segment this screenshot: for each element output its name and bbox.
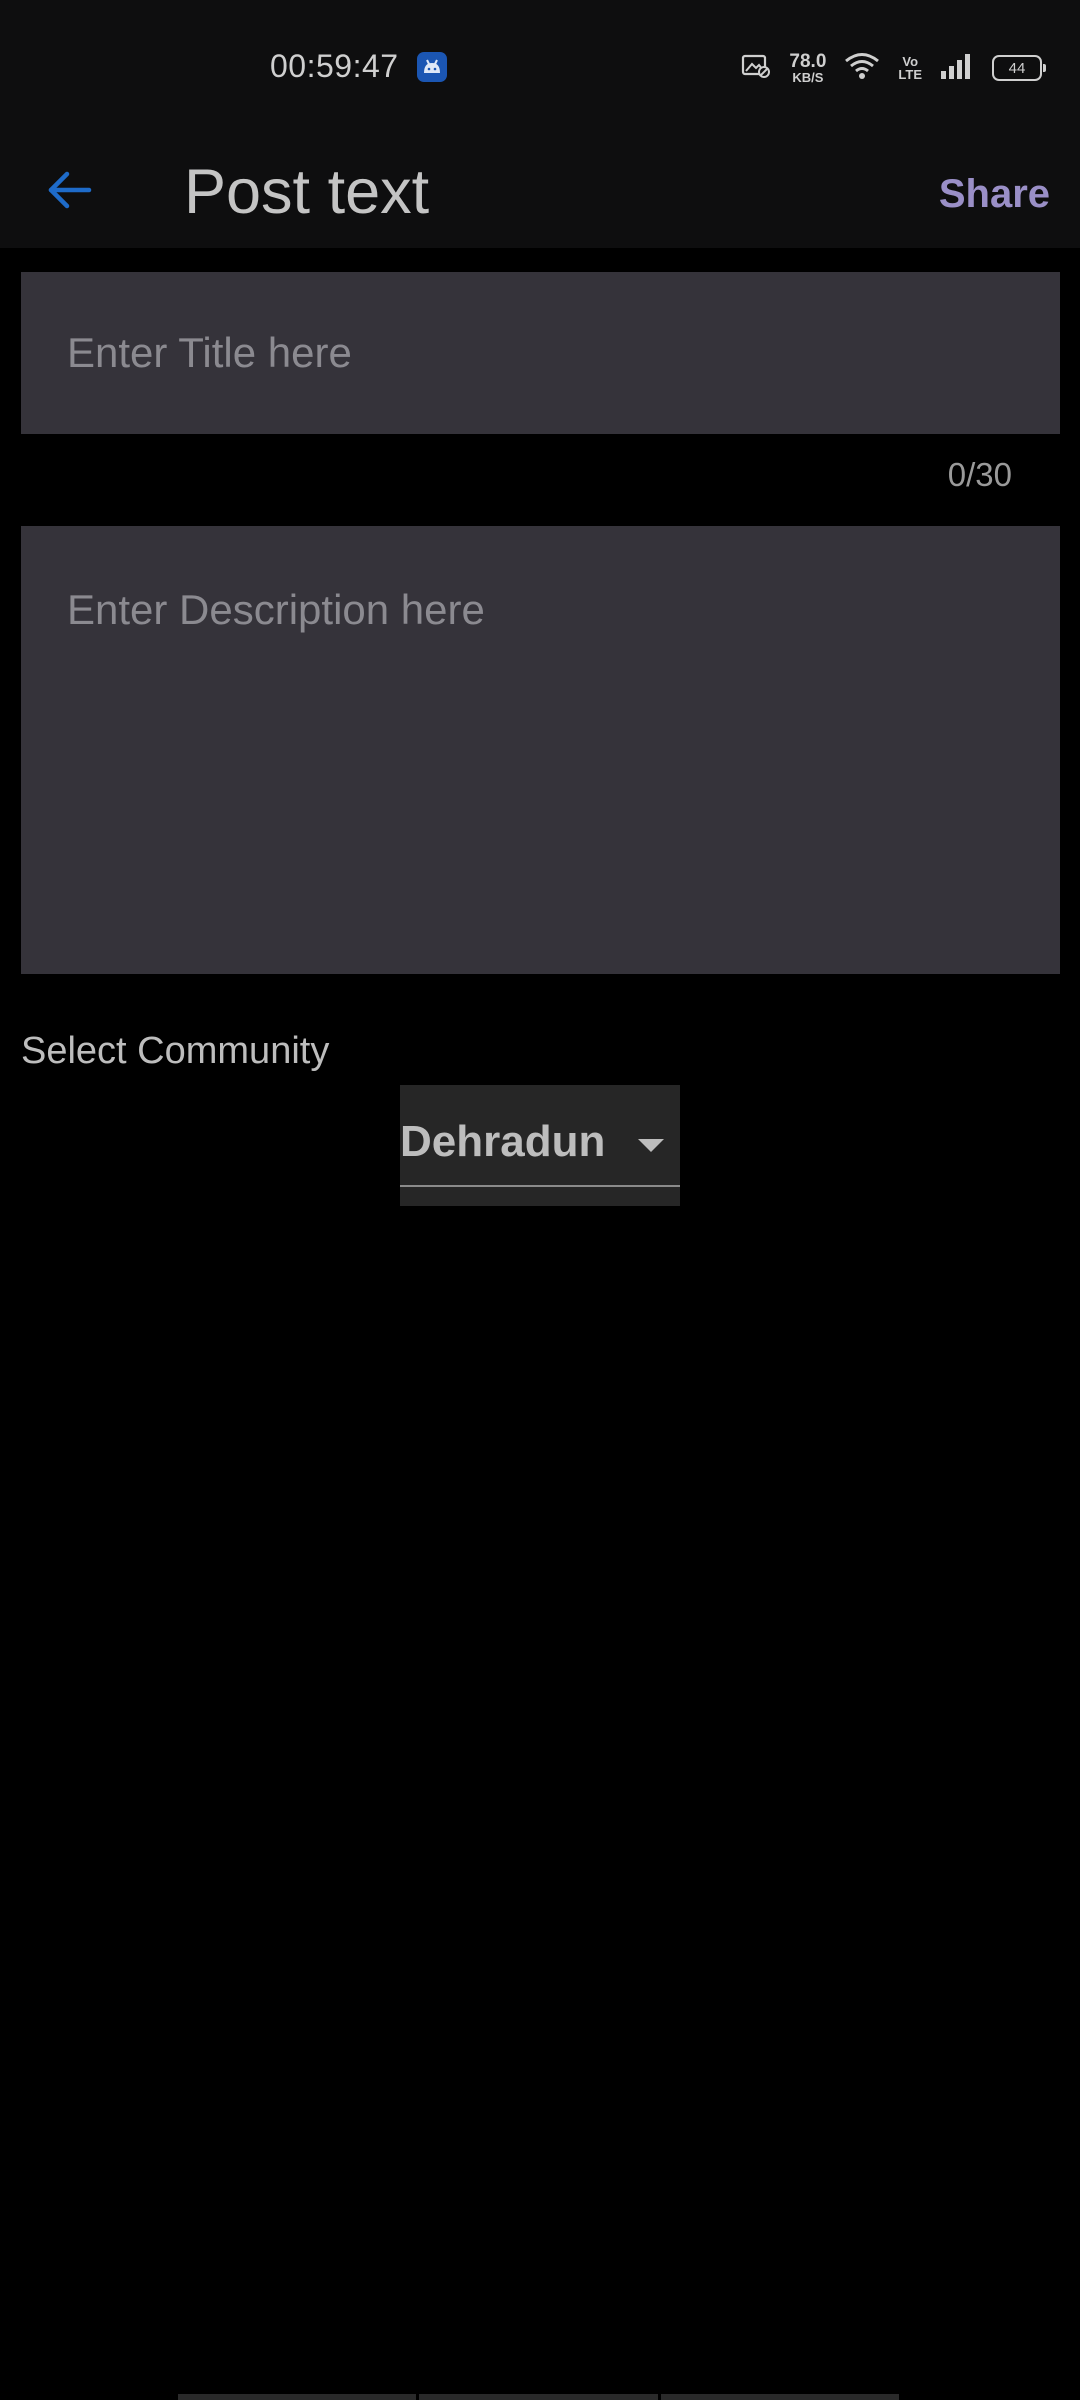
battery-level: 44: [1008, 59, 1026, 77]
network-speed: 78.0 KB/S: [789, 52, 826, 84]
description-placeholder: Enter Description here: [67, 586, 485, 633]
status-time: 00:59:47: [270, 48, 399, 84]
screenshot-blocked-icon: [741, 53, 771, 84]
battery-indicator: 44: [992, 55, 1046, 81]
dropdown-underline: [400, 1185, 680, 1187]
wifi-icon: [844, 52, 880, 85]
share-button[interactable]: Share: [939, 156, 1050, 232]
gesture-navigation-bar[interactable]: [178, 2394, 902, 2400]
network-speed-unit: KB/S: [792, 70, 824, 85]
android-notification-icon: [417, 52, 447, 82]
title-placeholder: Enter Title here: [67, 329, 352, 376]
network-speed-value: 78.0: [789, 51, 827, 72]
nav-hint-segment: [419, 2394, 658, 2400]
community-dropdown[interactable]: Dehradun: [400, 1085, 680, 1206]
nav-hint-segment: [660, 2394, 899, 2400]
arrow-left-icon: [47, 170, 93, 215]
page-title: Post text: [184, 157, 430, 227]
title-character-counter: 0/30: [947, 456, 1012, 493]
chevron-down-icon: [638, 1139, 664, 1152]
volte-bottom: LTE: [898, 67, 922, 82]
back-button[interactable]: [30, 154, 110, 230]
community-selected-value: Dehradun: [400, 1117, 606, 1166]
nav-hint-segment: [178, 2394, 417, 2400]
volte-indicator: Vo LTE: [898, 55, 922, 81]
select-community-label: Select Community: [21, 1030, 330, 1072]
status-icons: 78.0 KB/S Vo LTE 44: [741, 48, 1046, 88]
signal-strength-icon: [940, 52, 974, 85]
description-input[interactable]: Enter Description here: [21, 526, 1060, 974]
title-input[interactable]: Enter Title here: [21, 272, 1060, 434]
app-bar: Post text Share: [0, 136, 1080, 248]
status-bar: 00:59:47 78.0 KB/S Vo LTE 44: [0, 0, 1080, 136]
